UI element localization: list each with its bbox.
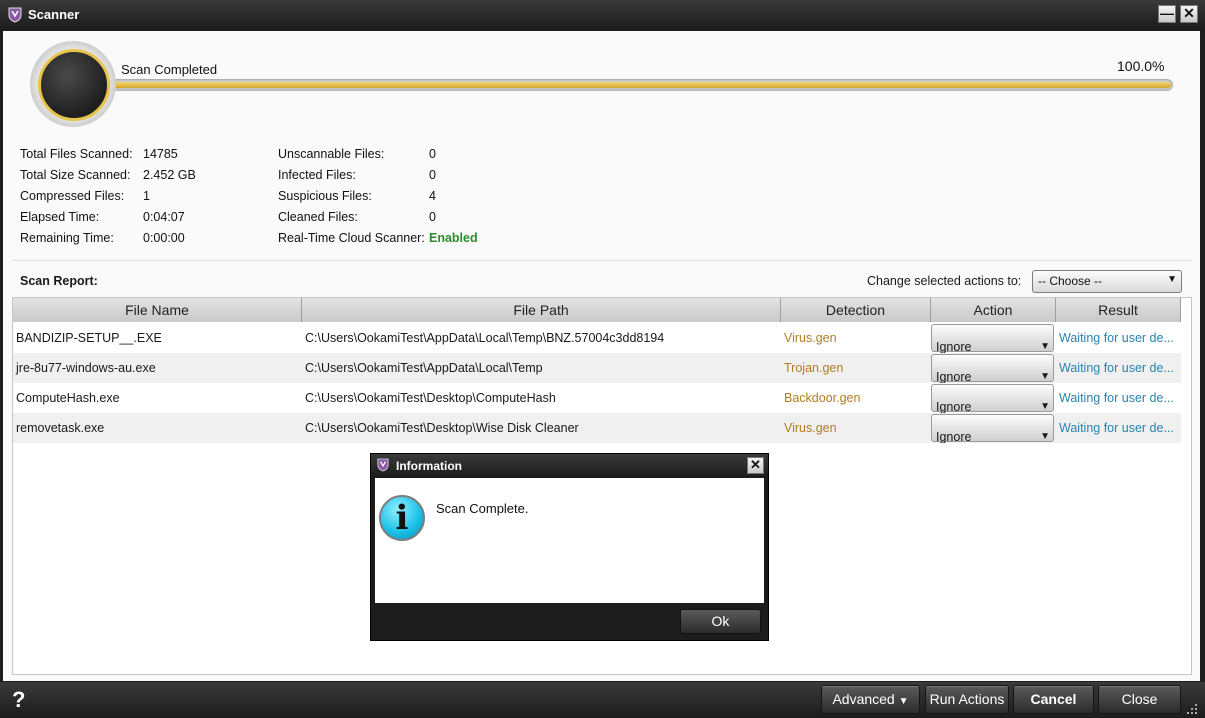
info-icon: i	[379, 495, 425, 541]
column-header-file-name[interactable]: File Name	[13, 298, 302, 322]
stat-total-files: Total Files Scanned: 14785	[20, 147, 178, 161]
chevron-down-icon: ▼	[1040, 401, 1050, 412]
table-row[interactable]: BANDIZIP-SETUP__.EXE C:\Users\OokamiTest…	[13, 323, 1181, 353]
table-header: File Name File Path Detection Action Res…	[13, 298, 1181, 322]
stat-cleaned: Cleaned Files: 0	[278, 210, 436, 224]
dialog-body: i Scan Complete.	[375, 478, 764, 603]
stats-left: Total Files Scanned: 14785 Total Size Sca…	[20, 147, 196, 252]
file-path-cell: C:\Users\OokamiTest\Desktop\ComputeHash	[305, 391, 556, 405]
shield-app-icon	[8, 7, 22, 23]
stat-cloud-scanner: Real-Time Cloud Scanner: Enabled	[278, 231, 478, 252]
column-header-action[interactable]: Action	[931, 298, 1056, 322]
cancel-button[interactable]: Cancel	[1013, 685, 1094, 714]
file-name-cell: ComputeHash.exe	[16, 391, 120, 405]
table-row[interactable]: removetask.exe C:\Users\OokamiTest\Deskt…	[13, 413, 1181, 443]
action-cell: Ignore ▼	[931, 353, 1056, 383]
result-cell: Waiting for user de...	[1059, 331, 1174, 345]
change-actions-select[interactable]: -- Choose -- ▼	[1032, 270, 1182, 293]
table-row[interactable]: ComputeHash.exe C:\Users\OokamiTest\Desk…	[13, 383, 1181, 413]
chevron-down-icon: ▼	[1040, 341, 1050, 352]
resize-grip-icon[interactable]	[1186, 703, 1198, 715]
scan-progress-fill	[113, 82, 1171, 88]
detection-cell: Virus.gen	[784, 421, 837, 435]
stat-infected: Infected Files: 0	[278, 168, 436, 182]
stats-right: Unscannable Files: 0 Infected Files: 0 Sus…	[278, 147, 478, 252]
advanced-button[interactable]: Advanced ▼	[821, 685, 920, 714]
close-button[interactable]: Close	[1098, 685, 1181, 714]
title-bar: Scanner — ✕	[0, 0, 1205, 30]
scanner-window: Scanner — ✕ Scan Completed 100.0% Total …	[0, 0, 1205, 718]
close-window-button[interactable]: ✕	[1180, 5, 1198, 23]
window-title: Scanner	[28, 7, 80, 22]
file-path-cell: C:\Users\OokamiTest\AppData\Local\Temp	[305, 361, 543, 375]
change-actions-label: Change selected actions to:	[867, 274, 1022, 288]
chevron-down-icon: ▼	[1167, 274, 1177, 285]
stat-remaining: Remaining Time: 0:00:00	[20, 231, 185, 245]
scan-progress-bar	[111, 79, 1173, 91]
column-header-detection[interactable]: Detection	[781, 298, 931, 322]
bottom-toolbar: ? Advanced ▼ Run Actions Cancel Close	[0, 682, 1205, 718]
shield-app-icon	[377, 458, 389, 472]
action-cell: Ignore ▼	[931, 383, 1056, 413]
dialog-close-button[interactable]: ✕	[747, 457, 764, 474]
ok-button[interactable]: Ok	[680, 609, 761, 634]
dialog-title-bar: Information ✕	[371, 454, 768, 477]
stat-unscannable: Unscannable Files: 0	[278, 147, 436, 161]
stat-elapsed: Elapsed Time: 0:04:07	[20, 210, 185, 224]
dialog-title: Information	[396, 459, 462, 473]
stat-total-size: Total Size Scanned: 2.452 GB	[20, 168, 196, 182]
result-cell: Waiting for user de...	[1059, 391, 1174, 405]
result-cell: Waiting for user de...	[1059, 421, 1174, 435]
stat-compressed: Compressed Files: 1	[20, 189, 150, 203]
run-actions-button[interactable]: Run Actions	[925, 685, 1009, 714]
action-cell: Ignore ▼	[931, 323, 1056, 353]
scan-report-title: Scan Report:	[20, 274, 98, 288]
table-row[interactable]: jre-8u77-windows-au.exe C:\Users\OokamiT…	[13, 353, 1181, 383]
scan-gauge-icon	[30, 41, 116, 127]
column-header-result[interactable]: Result	[1056, 298, 1181, 322]
chevron-down-icon: ▼	[1040, 431, 1050, 442]
dialog-message: Scan Complete.	[436, 501, 529, 516]
action-select[interactable]: Ignore ▼	[931, 324, 1054, 353]
result-cell: Waiting for user de...	[1059, 361, 1174, 375]
divider	[12, 260, 1192, 261]
action-select[interactable]: Ignore ▼	[931, 384, 1054, 413]
stat-suspicious: Suspicious Files: 4	[278, 189, 436, 203]
file-name-cell: BANDIZIP-SETUP__.EXE	[16, 331, 162, 345]
file-name-cell: jre-8u77-windows-au.exe	[16, 361, 156, 375]
change-actions-value: -- Choose --	[1038, 274, 1103, 288]
chevron-down-icon: ▼	[1040, 371, 1050, 382]
caret-down-icon: ▼	[898, 696, 909, 707]
information-dialog: Information ✕ i Scan Complete. Ok	[370, 453, 769, 641]
file-path-cell: C:\Users\OokamiTest\AppData\Local\Temp\B…	[305, 331, 665, 345]
detection-cell: Virus.gen	[784, 331, 837, 345]
file-path-cell: C:\Users\OokamiTest\Desktop\Wise Disk Cl…	[305, 421, 579, 435]
detection-cell: Backdoor.gen	[784, 391, 861, 405]
column-header-file-path[interactable]: File Path	[302, 298, 781, 322]
action-select[interactable]: Ignore ▼	[931, 354, 1054, 383]
scan-status: Scan Completed	[121, 62, 218, 77]
file-name-cell: removetask.exe	[16, 421, 105, 435]
scan-percent: 100.0%	[1117, 58, 1165, 74]
action-select[interactable]: Ignore ▼	[931, 414, 1054, 443]
minimize-button[interactable]: —	[1158, 5, 1176, 23]
cloud-scanner-status: Enabled	[429, 231, 478, 245]
detection-cell: Trojan.gen	[784, 361, 844, 375]
help-icon[interactable]: ?	[12, 687, 25, 713]
action-cell: Ignore ▼	[931, 413, 1056, 443]
